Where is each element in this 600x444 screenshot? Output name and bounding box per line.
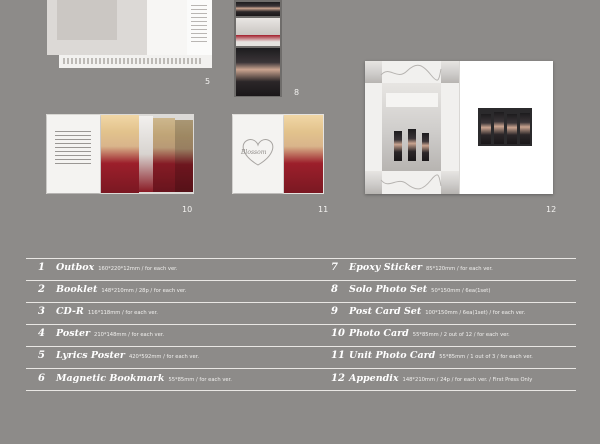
- item-spec: 148*210mm / 28p / for each ver.: [101, 288, 187, 294]
- card-script-text: Blossom: [241, 149, 267, 156]
- item-number: 3: [38, 306, 45, 317]
- item-spec: 50*150mm / 6ea(1set): [431, 288, 491, 294]
- list-item: 2 Booklet 148*210mm / 28p / for each ver…: [38, 284, 186, 298]
- item-number: 8: [331, 284, 338, 295]
- lyrics-poster-image: [47, 0, 212, 68]
- item-spec: 160*220*12mm / for each ver.: [98, 266, 178, 272]
- item-name: Appendix: [349, 373, 399, 384]
- list-item: 8 Solo Photo Set 50*150mm / 6ea(1set): [331, 284, 490, 298]
- item-spec: 55*85mm / 2 out of 12 / for each ver.: [412, 332, 510, 338]
- item-name: Epoxy Sticker: [349, 262, 422, 273]
- item-number: 9: [331, 306, 338, 317]
- list-item: 10 Photo Card 55*85mm / 2 out of 12 / fo…: [331, 328, 510, 342]
- item-name: Photo Card: [349, 328, 409, 339]
- list-item: 1 Outbox 160*220*12mm / for each ver.: [38, 262, 177, 276]
- figure-number-8: 8: [294, 88, 300, 97]
- photo-card-image: [46, 114, 194, 194]
- item-name: Booklet: [56, 284, 98, 295]
- list-item: 3 CD-R 116*118mm / for each ver.: [38, 306, 158, 320]
- divider: [26, 280, 576, 281]
- list-item: 11 Unit Photo Card 55*85mm / 1 out of 3 …: [331, 350, 533, 364]
- item-spec: 85*120mm / for each ver.: [426, 266, 493, 272]
- item-number: 6: [38, 373, 45, 384]
- figure-number-11: 11: [318, 205, 329, 214]
- item-name: Unit Photo Card: [349, 350, 436, 361]
- divider: [26, 368, 576, 369]
- item-spec: 210*148mm / for each ver.: [94, 332, 165, 338]
- item-spec: 116*118mm / for each ver.: [87, 310, 158, 316]
- item-number: 2: [38, 284, 45, 295]
- list-item: 4 Poster 210*148mm / for each ver.: [38, 328, 164, 342]
- item-number: 7: [331, 262, 338, 273]
- item-spec: 55*85mm / for each ver.: [168, 377, 232, 383]
- item-name: Solo Photo Set: [349, 284, 428, 295]
- list-item: 7 Epoxy Sticker 85*120mm / for each ver.: [331, 262, 493, 276]
- divider: [26, 390, 576, 391]
- item-name: Magnetic Bookmark: [56, 373, 165, 384]
- item-number: 1: [38, 262, 45, 273]
- list-item: 9 Post Card Set 100*150mm / 6ea(1set) / …: [331, 306, 525, 320]
- item-spec: 148*210mm / 24p / for each ver. / First …: [402, 377, 533, 383]
- figure-number-5: 5: [205, 77, 211, 86]
- item-name: Post Card Set: [349, 306, 422, 317]
- item-number: 4: [38, 328, 45, 339]
- divider: [26, 324, 576, 325]
- item-number: 10: [331, 328, 345, 339]
- figure-number-12: 12: [546, 205, 557, 214]
- item-spec: 55*85mm / 1 out of 3 / for each ver.: [439, 354, 533, 360]
- item-number: 11: [331, 350, 345, 361]
- unit-photo-card-image: Blossom: [232, 114, 324, 194]
- list-item: 12 Appendix 148*210mm / 24p / for each v…: [331, 373, 532, 387]
- item-name: CD-R: [56, 306, 84, 317]
- item-spec: 100*150mm / 6ea(1set) / for each ver.: [425, 310, 526, 316]
- item-number: 12: [331, 373, 345, 384]
- list-item: 5 Lyrics Poster 420*592mm / for each ver…: [38, 350, 199, 364]
- divider: [26, 258, 576, 259]
- swirl-doodle-icon: [380, 64, 442, 81]
- item-name: Poster: [56, 328, 91, 339]
- divider: [26, 346, 576, 347]
- appendix-book-image: [365, 61, 553, 194]
- item-number: 5: [38, 350, 45, 361]
- solo-photo-set-image: [234, 0, 282, 97]
- figure-number-10: 10: [182, 205, 193, 214]
- divider: [26, 302, 576, 303]
- swirl-doodle-icon: [380, 174, 442, 190]
- list-item: 6 Magnetic Bookmark 55*85mm / for each v…: [38, 373, 232, 387]
- item-name: Lyrics Poster: [56, 350, 125, 361]
- item-name: Outbox: [56, 262, 95, 273]
- item-spec: 420*592mm / for each ver.: [128, 354, 199, 360]
